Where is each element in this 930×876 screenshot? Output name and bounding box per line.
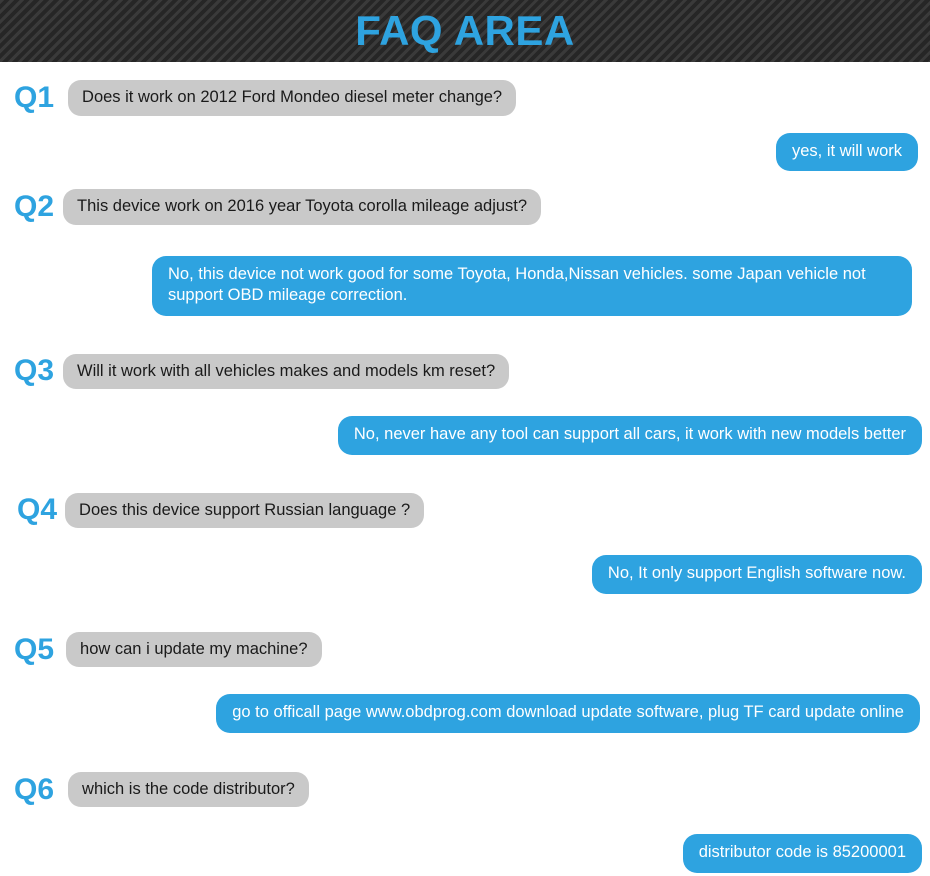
answer-row: No, this device not work good for some T… bbox=[0, 225, 930, 316]
question-bubble: how can i update my machine? bbox=[66, 631, 322, 668]
faq-list: Q1 Does it work on 2012 Ford Mondeo dies… bbox=[0, 62, 930, 873]
question-label: Q3 bbox=[14, 354, 55, 388]
question-row: Q5 how can i update my machine? bbox=[0, 594, 930, 668]
question-row: Q1 Does it work on 2012 Ford Mondeo dies… bbox=[0, 62, 930, 116]
faq-item-2: Q2 This device work on 2016 year Toyota … bbox=[0, 171, 930, 316]
answer-row: No, never have any tool can support all … bbox=[0, 389, 930, 455]
faq-banner: FAQ AREA bbox=[0, 0, 930, 62]
answer-bubble: No, It only support English software now… bbox=[591, 555, 922, 594]
faq-item-6: Q6 which is the code distributor? distri… bbox=[0, 733, 930, 873]
question-bubble: which is the code distributor? bbox=[68, 771, 309, 808]
answer-bubble: distributor code is 85200001 bbox=[682, 834, 922, 873]
question-label: Q5 bbox=[14, 632, 55, 666]
question-row: Q2 This device work on 2016 year Toyota … bbox=[0, 171, 930, 225]
faq-item-3: Q3 Will it work with all vehicles makes … bbox=[0, 316, 930, 455]
question-label: Q6 bbox=[14, 772, 55, 806]
question-bubble: Will it work with all vehicles makes and… bbox=[63, 353, 510, 390]
answer-row: No, It only support English software now… bbox=[0, 528, 930, 594]
faq-item-4: Q4 Does this device support Russian lang… bbox=[0, 455, 930, 594]
question-bubble: This device work on 2016 year Toyota cor… bbox=[63, 189, 542, 225]
answer-row: distributor code is 85200001 bbox=[0, 807, 930, 873]
question-row: Q3 Will it work with all vehicles makes … bbox=[0, 316, 930, 390]
answer-bubble: No, never have any tool can support all … bbox=[337, 416, 922, 455]
page-title: FAQ AREA bbox=[355, 7, 575, 54]
answer-bubble: yes, it will work bbox=[775, 132, 918, 172]
answer-row: go to officall page www.obdprog.com down… bbox=[0, 667, 930, 733]
faq-item-1: Q1 Does it work on 2012 Ford Mondeo dies… bbox=[0, 62, 930, 172]
question-label: Q1 bbox=[14, 80, 55, 114]
faq-item-5: Q5 how can i update my machine? go to of… bbox=[0, 594, 930, 733]
answer-row: yes, it will work bbox=[0, 116, 930, 172]
faq-page: FAQ AREA Q1 Does it work on 2012 Ford Mo… bbox=[0, 0, 930, 876]
answer-bubble: No, this device not work good for some T… bbox=[152, 255, 912, 316]
question-row: Q4 Does this device support Russian lang… bbox=[0, 455, 930, 529]
question-label: Q2 bbox=[14, 189, 55, 223]
question-row: Q6 which is the code distributor? bbox=[0, 733, 930, 808]
answer-bubble: go to officall page www.obdprog.com down… bbox=[216, 694, 920, 733]
question-bubble: Does it work on 2012 Ford Mondeo diesel … bbox=[68, 80, 517, 116]
question-label: Q4 bbox=[17, 493, 58, 527]
question-bubble: Does this device support Russian languag… bbox=[65, 492, 425, 529]
